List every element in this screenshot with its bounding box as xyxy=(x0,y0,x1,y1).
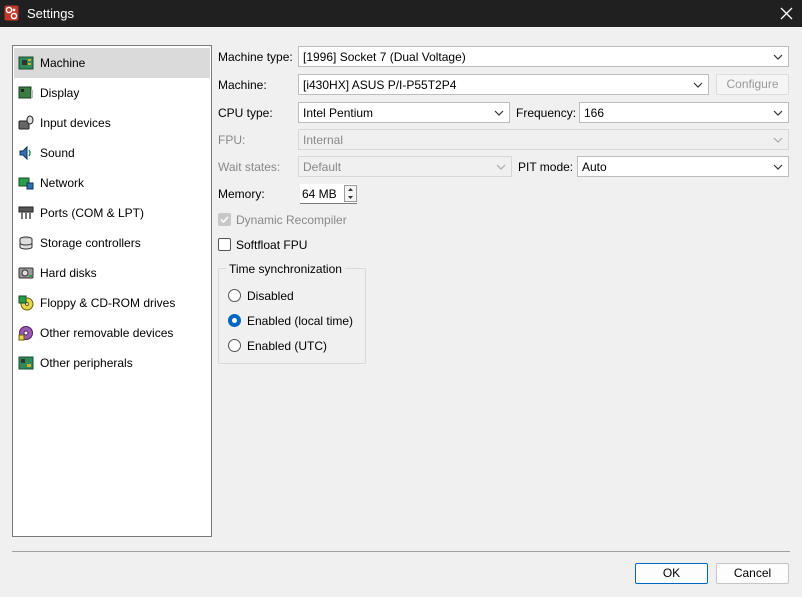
pit-mode-value: Auto xyxy=(582,160,607,174)
fpu-label: FPU: xyxy=(218,133,246,147)
sidebar-item-input-devices[interactable]: Input devices xyxy=(14,108,210,138)
cpu-type-label: CPU type: xyxy=(218,106,273,120)
machine-type-select[interactable]: [1996] Socket 7 (Dual Voltage) xyxy=(298,46,789,67)
floppy-cdrom-icon xyxy=(18,295,34,311)
sound-icon xyxy=(19,145,31,161)
cpu-type-value: Intel Pentium xyxy=(303,106,374,120)
machine-label: Machine: xyxy=(218,78,267,92)
time-sync-utc-radio[interactable] xyxy=(228,339,241,352)
frequency-select[interactable]: 166 xyxy=(579,102,789,123)
chevron-down-icon xyxy=(496,164,506,170)
sidebar-item-label: Storage controllers xyxy=(40,236,141,250)
wait-states-value: Default xyxy=(303,160,342,174)
chevron-down-icon xyxy=(693,82,703,88)
checkmark-icon xyxy=(220,216,229,224)
spin-down-icon[interactable] xyxy=(345,194,356,201)
machine-type-value: [1996] Socket 7 (Dual Voltage) xyxy=(303,50,466,64)
sidebar-item-label: Sound xyxy=(40,146,75,160)
dynamic-recompiler-label: Dynamic Recompiler xyxy=(236,213,347,227)
machine-value: [i430HX] ASUS P/I-P55T2P4 xyxy=(303,78,457,92)
softfloat-fpu-label: Softfloat FPU xyxy=(236,238,308,252)
footer-divider xyxy=(12,551,790,552)
sidebar-item-label: Input devices xyxy=(40,116,111,130)
machine-icon xyxy=(18,56,34,70)
sidebar-item-storage-controllers[interactable]: Storage controllers xyxy=(14,228,210,258)
sidebar-item-floppy-cdrom[interactable]: Floppy & CD-ROM drives xyxy=(14,288,210,318)
chevron-down-icon xyxy=(773,110,783,116)
sidebar-item-other-removable-devices[interactable]: Other removable devices xyxy=(14,318,210,348)
pit-mode-select[interactable]: Auto xyxy=(577,156,789,177)
chevron-down-icon xyxy=(773,54,783,60)
time-sync-option-label: Enabled (UTC) xyxy=(247,339,328,353)
removable-devices-icon xyxy=(18,326,33,341)
sidebar-item-sound[interactable]: Sound xyxy=(14,138,210,168)
close-button[interactable] xyxy=(772,0,802,27)
chevron-down-icon xyxy=(773,137,783,143)
spin-up-icon[interactable] xyxy=(345,186,356,193)
sidebar-item-label: Other removable devices xyxy=(40,326,174,340)
display-icon xyxy=(18,86,33,99)
time-sync-title: Time synchronization xyxy=(226,262,345,276)
ports-icon xyxy=(18,206,34,219)
title-bar: Settings xyxy=(0,0,802,27)
close-icon xyxy=(780,7,793,20)
sidebar-item-hard-disks[interactable]: Hard disks xyxy=(14,258,210,288)
configure-button[interactable]: Configure xyxy=(716,74,789,95)
frequency-label: Frequency: xyxy=(516,106,577,120)
sidebar-item-label: Hard disks xyxy=(40,266,97,280)
memory-stepper[interactable] xyxy=(344,185,357,202)
machine-type-label: Machine type: xyxy=(218,50,293,64)
storage-controllers-icon xyxy=(19,236,33,250)
fpu-select[interactable]: Internal xyxy=(298,129,789,150)
softfloat-fpu-checkbox[interactable] xyxy=(218,238,231,251)
sidebar-item-machine[interactable]: Machine xyxy=(14,48,210,78)
sidebar-item-label: Network xyxy=(40,176,85,190)
dynamic-recompiler-checkbox[interactable] xyxy=(218,213,231,226)
time-sync-disabled-radio[interactable] xyxy=(228,289,241,302)
sidebar-item-display[interactable]: Display xyxy=(14,78,210,108)
sidebar-item-other-peripherals[interactable]: Other peripherals xyxy=(14,348,210,378)
sidebar-item-label: Machine xyxy=(40,56,86,70)
sidebar-item-label: Display xyxy=(40,86,80,100)
time-sync-local-radio[interactable] xyxy=(228,314,241,327)
hard-disks-icon xyxy=(18,267,34,279)
settings-category-list: Machine Display Input devices Sound Netw… xyxy=(12,45,212,537)
wait-states-label: Wait states: xyxy=(218,160,281,174)
window-title: Settings xyxy=(27,6,74,21)
machine-select[interactable]: [i430HX] ASUS P/I-P55T2P4 xyxy=(298,74,709,95)
memory-value: 64 MB xyxy=(302,187,337,201)
fpu-value: Internal xyxy=(303,133,344,147)
time-sync-option-label: Disabled xyxy=(247,289,294,303)
wait-states-select[interactable]: Default xyxy=(298,156,512,177)
sidebar-item-label: Other peripherals xyxy=(40,356,133,370)
sidebar-item-label: Ports (COM & LPT) xyxy=(40,206,145,220)
memory-spinbox[interactable]: 64 MB xyxy=(300,184,357,204)
sidebar-item-network[interactable]: Network xyxy=(14,168,210,198)
sidebar-item-ports[interactable]: Ports (COM & LPT) xyxy=(14,198,210,228)
cpu-type-select[interactable]: Intel Pentium xyxy=(298,102,510,123)
memory-label: Memory: xyxy=(218,187,265,201)
input-devices-icon xyxy=(18,115,34,130)
frequency-value: 166 xyxy=(584,106,605,120)
pit-mode-label: PIT mode: xyxy=(518,160,574,174)
time-sync-option-label: Enabled (local time) xyxy=(247,314,354,328)
chevron-down-icon xyxy=(494,110,504,116)
peripherals-icon xyxy=(18,356,34,370)
cancel-button[interactable]: Cancel xyxy=(716,563,789,584)
ok-button[interactable]: OK xyxy=(635,563,708,584)
network-icon xyxy=(18,177,34,190)
86box-icon xyxy=(4,5,19,21)
sidebar-item-label: Floppy & CD-ROM drives xyxy=(40,296,176,310)
chevron-down-icon xyxy=(773,164,783,170)
